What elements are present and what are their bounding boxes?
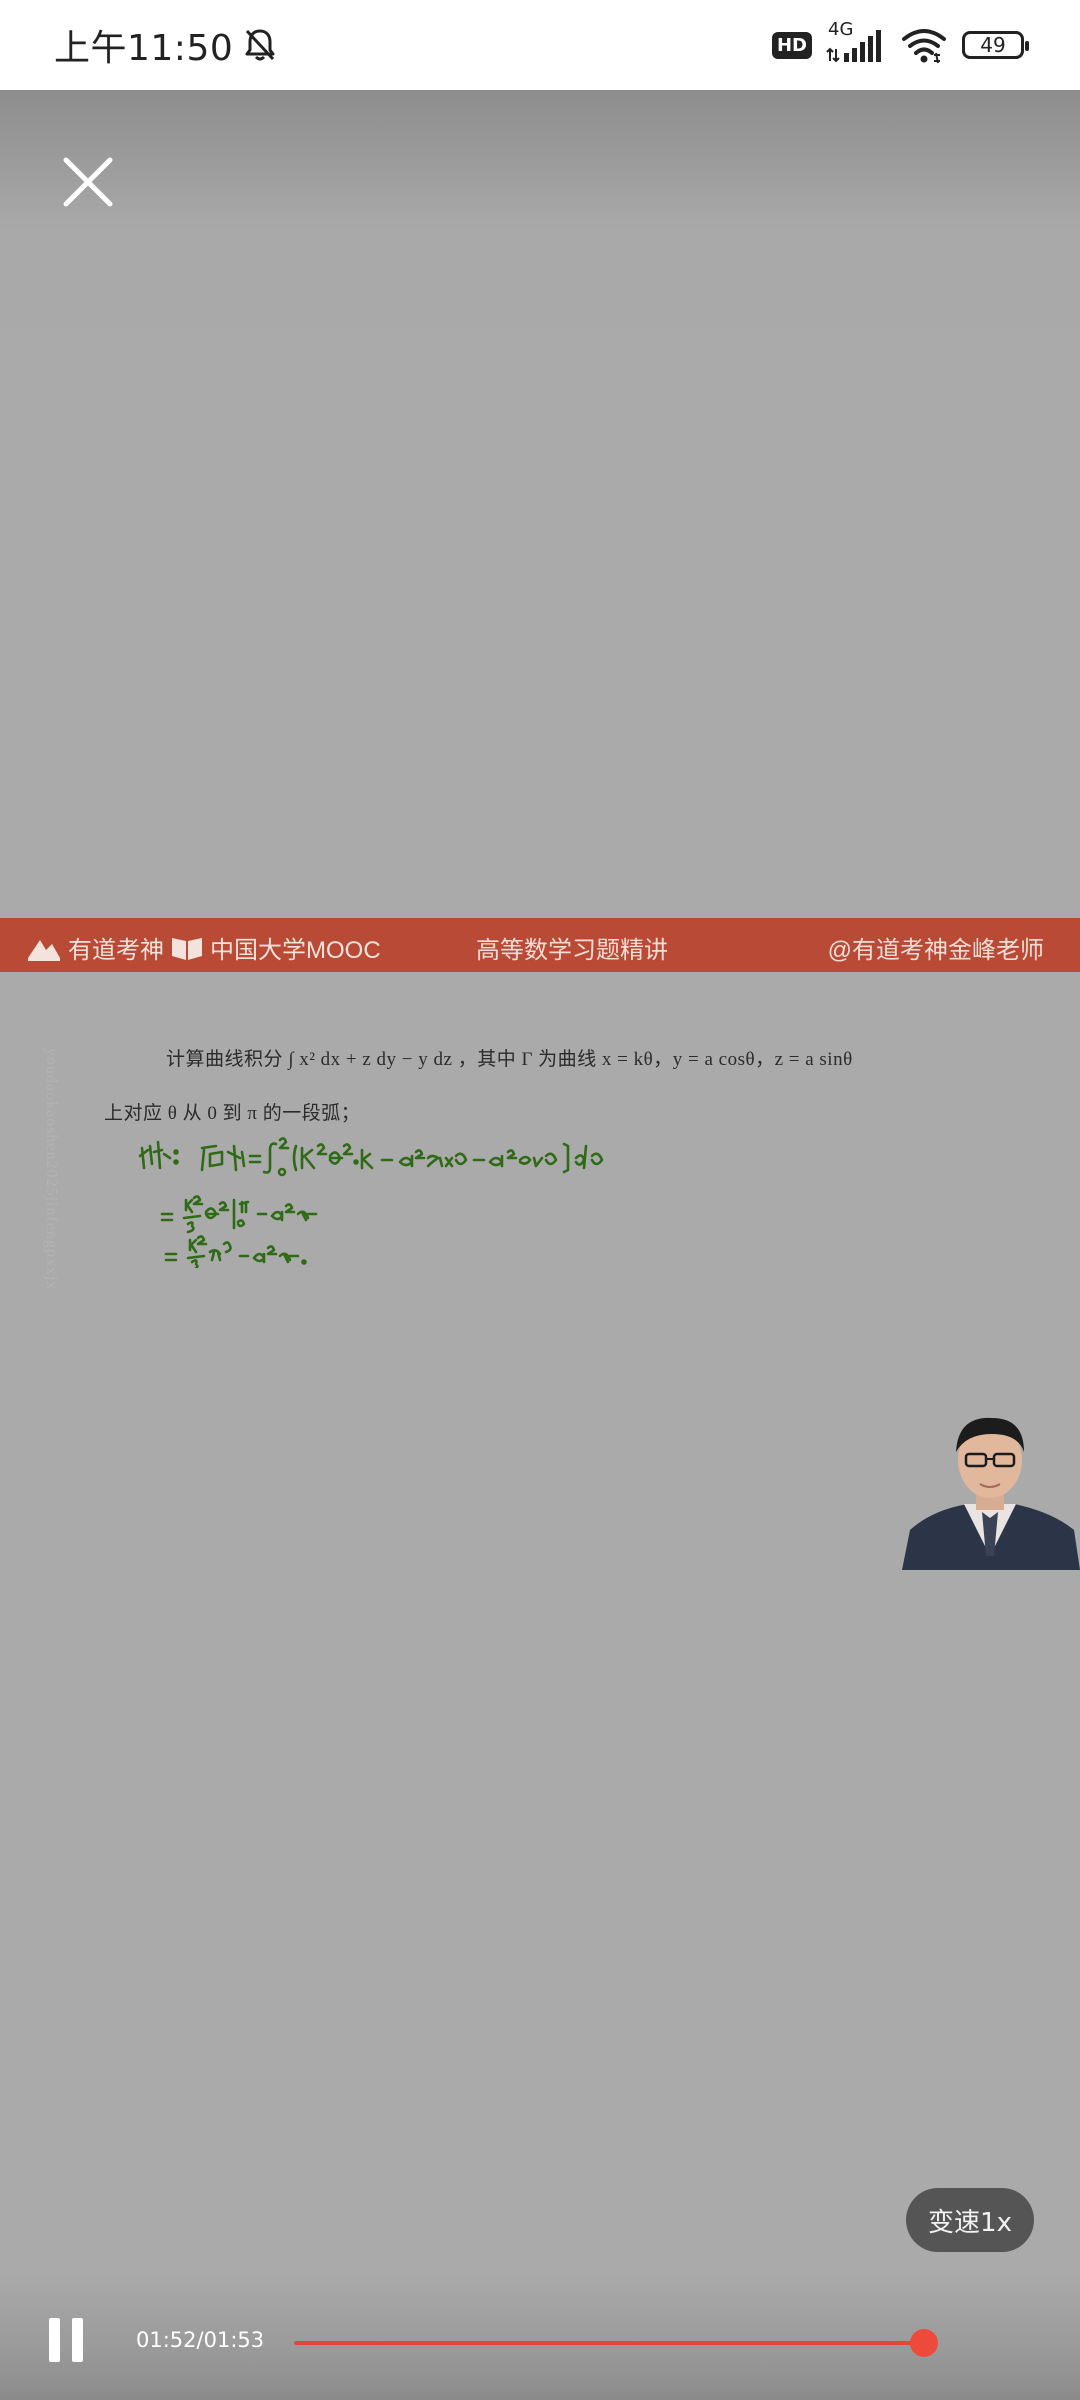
speed-label: 变速1x <box>928 2207 1012 2238</box>
wifi-icon <box>902 29 946 64</box>
pause-button[interactable] <box>46 2318 86 2362</box>
handwritten-solution <box>138 1137 604 1268</box>
watermark: youdaokaoshen2025jinfengpxxjx <box>43 1048 60 1291</box>
problem-content: youdaokaoshen2025jinfengpxxjx 计算曲线积分 ∫ x… <box>0 918 1080 1570</box>
speed-button[interactable]: 变速1x <box>906 2188 1034 2252</box>
status-bar: 上午11:50 HD 4G 49 <box>0 0 1080 90</box>
hd-badge: HD <box>771 31 812 59</box>
problem-line-1: 计算曲线积分 ∫ x² dx + z dy − y dz ，其中 Γ 为曲线 x… <box>166 1049 853 1070</box>
progress-fill <box>294 2341 925 2345</box>
mute-bell-icon <box>245 29 275 61</box>
teacher-avatar <box>902 1417 1080 1570</box>
signal-icon: 4G <box>826 19 886 65</box>
progress-bar[interactable] <box>294 2329 939 2357</box>
status-right: HD 4G 49 <box>771 19 1029 65</box>
pause-icon-bar-right <box>72 2318 83 2362</box>
status-left: 上午11:50 <box>54 19 277 71</box>
pause-icon-bar-left <box>49 2318 60 2362</box>
status-time: 上午11:50 <box>54 28 234 69</box>
problem-line-2: 上对应 θ 从 0 到 π 的一段弧； <box>104 1103 361 1124</box>
playback-time: 01:52/01:53 <box>136 2328 265 2352</box>
battery-level: 49 <box>980 33 1006 57</box>
battery-icon: 49 <box>962 31 1029 59</box>
close-icon[interactable] <box>58 152 118 212</box>
video-frame[interactable]: 有道考神 中国大学MOOC 高等数学习题精讲 @有道考神金峰老师 youdaok… <box>0 918 1080 1570</box>
